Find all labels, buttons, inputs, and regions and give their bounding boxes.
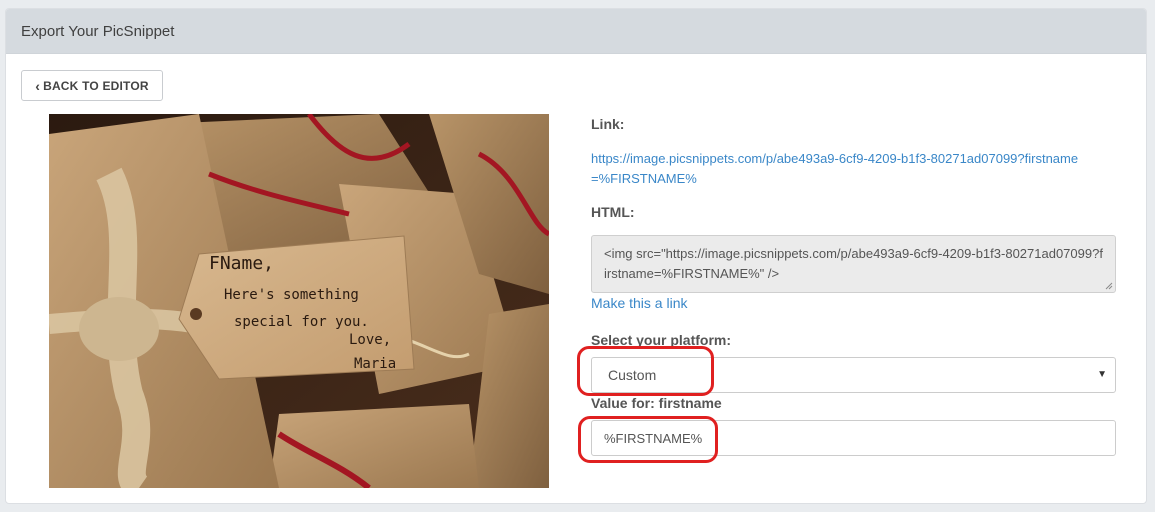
preview-image: FName, Here's something special for you.… (49, 114, 549, 488)
html-code: <img src="https://image.picsnippets.com/… (604, 246, 1103, 281)
tag-text-5: Maria (354, 356, 396, 372)
back-button-label: BACK TO EDITOR (43, 78, 149, 93)
highlight-platform (577, 346, 714, 396)
make-link-link[interactable]: Make this a link (591, 295, 687, 311)
page-title: Export Your PicSnippet (21, 22, 175, 40)
back-to-editor-button[interactable]: ‹ BACK TO EDITOR (21, 70, 163, 101)
tag-text-2: Here's something (224, 287, 359, 303)
tag-text-4: Love, (349, 332, 391, 348)
image-link[interactable]: https://image.picsnippets.com/p/abe493a9… (591, 149, 1091, 189)
export-panel: Export Your PicSnippet ‹ BACK TO EDITOR (5, 8, 1147, 504)
html-code-textarea[interactable]: <img src="https://image.picsnippets.com/… (591, 235, 1116, 293)
link-label: Link: (591, 116, 625, 132)
chevron-left-icon: ‹ (35, 77, 41, 94)
resize-grip-icon[interactable] (1105, 282, 1113, 290)
panel-header: Export Your PicSnippet (6, 9, 1146, 54)
tag-text-3: special for you. (234, 314, 369, 330)
tag-text-1: FName, (209, 253, 274, 274)
caret-down-icon: ▼ (1097, 369, 1107, 380)
highlight-value (578, 416, 718, 463)
html-label: HTML: (591, 204, 635, 220)
value-label: Value for: firstname (591, 395, 722, 411)
gift-photo: FName, Here's something special for you.… (49, 114, 549, 488)
